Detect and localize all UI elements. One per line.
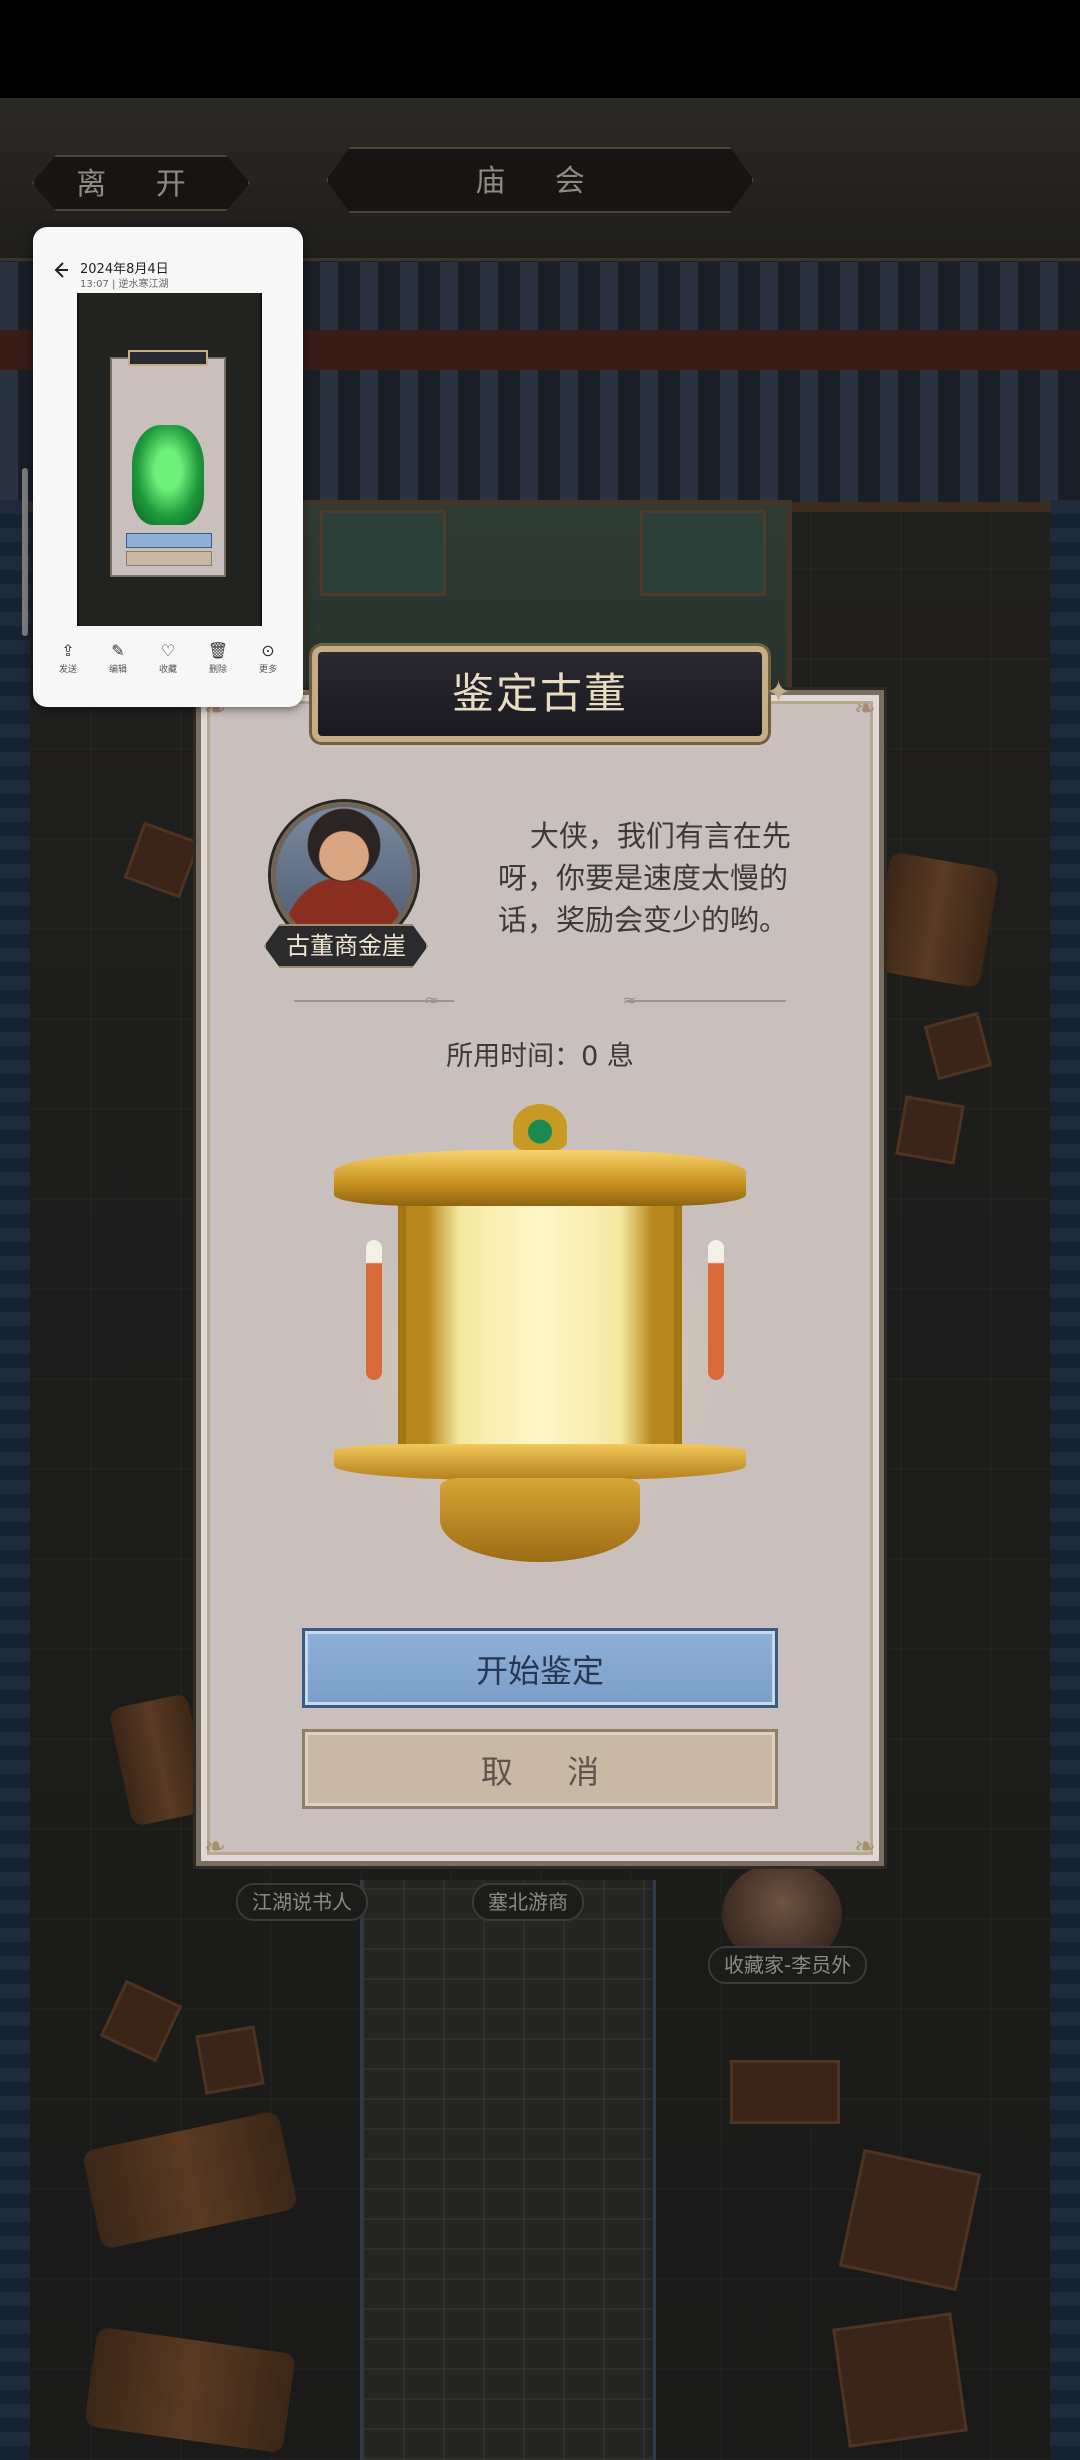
preview-action-more[interactable]: ⊙ 更多 xyxy=(246,640,290,675)
crate xyxy=(832,2312,968,2448)
crate xyxy=(838,2148,982,2292)
preview-action-share[interactable]: ⇪ 发送 xyxy=(46,640,90,675)
gate-window-right xyxy=(640,510,766,596)
npc-tag-storyteller[interactable]: 江湖说书人 xyxy=(236,1883,368,1921)
preview-subtitle: 13:07 | 逆水寒江湖 xyxy=(80,279,169,290)
npc-tag-northern-merchant[interactable]: 塞北游商 xyxy=(472,1883,584,1921)
preview-title-plate xyxy=(128,350,208,366)
golden-lantern-bottom xyxy=(440,1478,640,1562)
crate xyxy=(895,1095,965,1165)
divider-ornament: ≈ xyxy=(622,990,638,1011)
preview-jade-vase xyxy=(132,425,204,525)
preview-action-edit[interactable]: ✎ 编辑 xyxy=(96,640,140,675)
share-icon: ⇪ xyxy=(61,641,75,660)
start-appraisal-button[interactable]: 开始鉴定 xyxy=(302,1628,778,1708)
corner-ornament: ❧ xyxy=(854,1832,876,1862)
divider-right xyxy=(626,1000,786,1002)
golden-lantern-base xyxy=(334,1444,746,1480)
preview-action-delete[interactable]: 🗑 删除 xyxy=(196,640,240,675)
favorite-label: 收藏 xyxy=(158,665,177,675)
preview-start-button xyxy=(126,533,212,548)
edit-label: 编辑 xyxy=(108,665,127,675)
trash-icon: 🗑 xyxy=(207,641,229,660)
lantern-gem-icon xyxy=(513,1104,567,1150)
barrel xyxy=(870,851,1000,989)
crate xyxy=(730,2060,840,2124)
tassel-right xyxy=(708,1240,724,1380)
cancel-button[interactable]: 取 消 xyxy=(302,1729,778,1809)
side-wall-left xyxy=(0,500,30,2460)
tassel-left xyxy=(366,1240,382,1380)
location-title: 庙 会 xyxy=(326,147,754,213)
golden-lantern-cap xyxy=(334,1150,746,1206)
side-wall-right xyxy=(1050,500,1080,2460)
preview-action-favorite[interactable]: ♡ 收藏 xyxy=(146,640,190,675)
stone-road xyxy=(360,1880,656,2460)
wing-ornament-right: ✦ xyxy=(766,675,792,710)
preview-cancel-button xyxy=(126,551,212,566)
corner-ornament: ❧ xyxy=(204,1832,226,1862)
edit-icon: ✎ xyxy=(111,641,125,660)
divider-ornament: ≈ xyxy=(424,990,440,1011)
share-label: 发送 xyxy=(58,665,77,675)
corner-ornament: ❧ xyxy=(854,694,876,724)
crate xyxy=(195,2025,265,2095)
leave-button[interactable]: 离 开 xyxy=(32,155,250,211)
merchant-speech: 大侠，我们有言在先呀，你要是速度太慢的话，奖励会变少的哟。 xyxy=(498,819,791,937)
dialog-title: 鉴定古董 xyxy=(451,669,628,718)
more-label: 更多 xyxy=(258,665,277,675)
delete-label: 删除 xyxy=(208,665,227,675)
merchant-name-tag: 古董商金崖 xyxy=(264,924,428,968)
heart-icon: ♡ xyxy=(160,641,176,660)
back-arrow-icon[interactable] xyxy=(48,258,72,282)
gate-window-left xyxy=(320,510,446,596)
npc-tag-collector[interactable]: 收藏家-李员外 xyxy=(708,1946,868,1984)
scrollbar[interactable] xyxy=(22,468,28,636)
more-icon: ⊙ xyxy=(261,641,275,660)
golden-lantern-body xyxy=(398,1200,682,1450)
elapsed-time: 所用时间：0 息 xyxy=(446,1041,634,1072)
